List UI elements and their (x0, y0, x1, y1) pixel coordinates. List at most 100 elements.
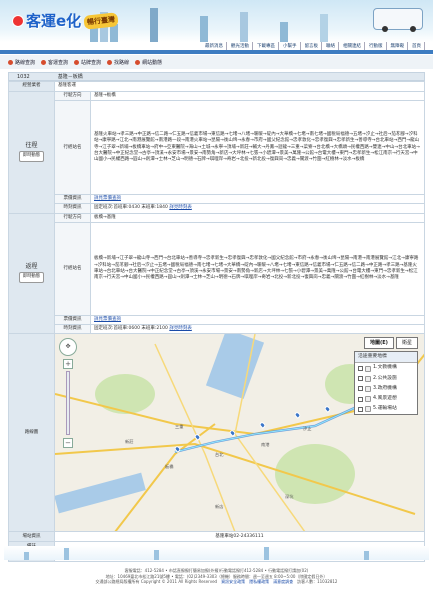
outbound-direction: 基隆→板橋 (90, 90, 425, 102)
search-icon (107, 59, 113, 65)
legend-item-scenic[interactable]: 4.風景遊憩 (355, 394, 417, 404)
fare-label: 票價資訊 (54, 314, 91, 326)
nav-mobile[interactable]: 行動版 (366, 42, 387, 50)
route-info-table: 經營業者 基隆客運 往程 即時動態 行駛方向 基隆→板橋 行經站名 基隆火車站→… (8, 81, 425, 563)
nav-guestbook[interactable]: 留言板 (302, 42, 322, 50)
tab-route-query[interactable]: 路線查詢 (8, 59, 35, 66)
outbound-stops-row: 行經站名 基隆火車站→孝三路→中正路→信二路→仁五路→信義市場→東信路→七堵→八… (9, 100, 425, 196)
inbound-stops-row: 行經站名 板橋→新埔→江子翠→龍山寺→西門→台北車站→善導寺→忠孝新生→忠孝復興… (9, 221, 425, 316)
inbound-fare-link[interactable]: 詳見票價查詢 (94, 317, 121, 322)
tab-find-route[interactable]: 找路線 (107, 59, 129, 66)
place-label: 板橋 (165, 464, 174, 470)
education-icon (365, 365, 371, 372)
inbound-realtime-button[interactable]: 即時動態 (18, 272, 45, 283)
site-logo[interactable]: 客運e化 暢行臺灣 (12, 10, 119, 31)
outbound-label: 往程 (25, 142, 38, 150)
contact-label: 場站資訊 (8, 531, 55, 543)
pan-control-icon[interactable]: ✥ (59, 338, 77, 357)
route-title-bar: 1032 基隆－板橋 (8, 72, 425, 81)
logo-tag: 暢行臺灣 (83, 11, 119, 30)
transport-icon (365, 406, 371, 413)
operator-label: 經營業者 (8, 81, 55, 92)
nav-accessibility[interactable]: 無障礙 (388, 42, 408, 50)
zoom-slider[interactable] (66, 371, 70, 436)
legend-checkbox[interactable] (358, 376, 363, 382)
map-type-map-button[interactable]: 地圖(E) (363, 337, 394, 350)
inbound-header: 返程 即時動態 (8, 212, 55, 335)
page: 客運e化 暢行臺灣 最新消息 觀光活動 下載專區 小幫手 留言板 聯絡 相關連結… (0, 0, 433, 600)
skyline-building (150, 8, 158, 42)
legend-item-transport[interactable]: 5.運輸場站 (355, 404, 417, 414)
inbound-stops: 板橋→新埔→江子翠→龍山寺→西門→台北車站→善導寺→忠孝新生→忠孝復興→忠孝敦化… (90, 221, 425, 316)
footer-link-security[interactable]: 資訊安全政策 (221, 579, 245, 585)
legend-checkbox[interactable] (358, 386, 363, 392)
bus-icon (41, 59, 47, 65)
header-banner: 客運e化 暢行臺灣 (0, 0, 433, 42)
footer-link-survey[interactable]: 滿意度調查 (273, 579, 293, 585)
tab-label: 找路線 (114, 59, 130, 66)
visitor-count: 訪客人數：11032812 (297, 579, 338, 584)
inbound-time-link[interactable]: 詳見時刻表 (169, 326, 192, 331)
scenic-icon (365, 396, 371, 403)
bus-illustration-icon (373, 8, 423, 32)
skyline-building (280, 22, 288, 42)
direction-label: 行駛方向 (54, 212, 91, 223)
footer-link-privacy[interactable]: 隱私權政策 (249, 579, 269, 585)
legend-checkbox[interactable] (358, 366, 363, 372)
zoom-in-button[interactable]: + (63, 359, 73, 370)
outbound-fare-link[interactable]: 詳見票價查詢 (94, 196, 121, 201)
place-label: 台北 (215, 452, 224, 458)
nav-links[interactable]: 相關連結 (340, 42, 365, 50)
map-type-control: 地圖(E) 衛星 (363, 337, 418, 350)
nav-news[interactable]: 最新消息 (202, 42, 227, 50)
legend-item-public[interactable]: 2.公共設施 (355, 374, 417, 384)
fare-label: 票價資訊 (54, 194, 91, 205)
tab-site-news[interactable]: 網站動態 (135, 59, 162, 66)
nav-home[interactable]: 首頁 (409, 42, 425, 50)
place-label: 南港 (261, 442, 270, 448)
footer-links: 交通部公路總局版權所有 Copyright © 2011 All Rights … (0, 579, 433, 585)
skyline-building (200, 16, 208, 42)
news-icon (135, 59, 141, 65)
inbound-direction-row: 返程 即時動態 行駛方向 板橋→基隆 (8, 212, 425, 335)
route-detail: 1032 基隆－板橋 經營業者 基隆客運 往程 即時動態 行駛方向 基隆→板橋 … (8, 72, 425, 563)
contact-row: 場站資訊 基隆車站02-24336111 (8, 531, 425, 543)
place-label: 深坑 (285, 494, 294, 500)
tab-label: 路線查詢 (15, 59, 36, 66)
nav-contact[interactable]: 聯絡 (323, 42, 339, 50)
legend-checkbox[interactable] (358, 406, 363, 412)
outbound-time-link[interactable]: 詳見時刻表 (169, 205, 192, 210)
skyline-building (320, 14, 328, 42)
tab-stop-query[interactable]: 站牌查詢 (74, 59, 101, 66)
nav-download[interactable]: 下載專區 (254, 42, 279, 50)
legend-label: 4.風景遊憩 (373, 396, 397, 402)
nav-helper[interactable]: 小幫手 (280, 42, 301, 50)
zoom-out-button[interactable]: − (63, 438, 73, 449)
place-label: 新店 (215, 504, 224, 510)
route-map[interactable]: 基隆 汐止 南港 台北 板橋 新店 深坑 三重 新莊 (55, 334, 424, 532)
legend-item-education[interactable]: 1.文教機構 (355, 363, 417, 373)
map-type-satellite-button[interactable]: 衛星 (395, 337, 418, 350)
legend-item-government[interactable]: 3.政府機構 (355, 384, 417, 394)
legend-checkbox[interactable] (358, 396, 363, 402)
tab-label: 站牌查詢 (81, 59, 102, 66)
time-label: 時刻資訊 (54, 324, 91, 335)
nav-tourism[interactable]: 觀光活動 (228, 42, 253, 50)
inbound-time-row: 時刻資訊 固定班次:首班車:0600 末班車:2100 詳見時刻表 (9, 324, 425, 335)
legend-label: 1.文教機構 (373, 365, 397, 371)
outbound-direction-row: 往程 即時動態 行駛方向 基隆→板橋 (8, 90, 425, 214)
top-navigation: 最新消息 觀光活動 下載專區 小幫手 留言板 聯絡 相關連結 行動版 無障礙 首… (202, 42, 425, 50)
header-strip (0, 50, 433, 54)
outbound-realtime-button[interactable]: 即時動態 (18, 151, 45, 162)
tab-operator-query[interactable]: 客運查詢 (41, 59, 68, 66)
inbound-direction: 板橋→基隆 (90, 212, 425, 223)
government-icon (365, 385, 371, 392)
operator-row: 經營業者 基隆客運 (8, 81, 425, 92)
landmark-legend: 沿途重要地標 1.文教機構 2.公共設施 3.政府機構 4.風景遊憩 5.運輸場… (354, 351, 418, 416)
legend-label: 2.公共設施 (373, 375, 397, 381)
place-label: 三重 (175, 424, 184, 430)
direction-label: 行駛方向 (54, 90, 91, 102)
skyline-building (240, 12, 248, 42)
outbound-time-value: 固定班次:首班車:0430 末班車:1840 (94, 205, 168, 211)
stop-icon (74, 59, 80, 65)
